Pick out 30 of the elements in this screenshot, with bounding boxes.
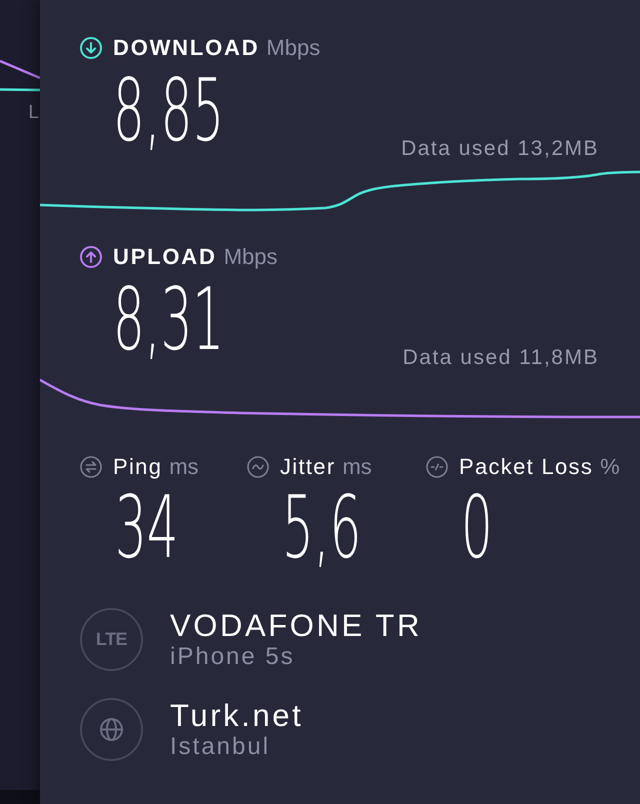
metric-value: 5,6 xyxy=(282,485,362,571)
metric-label: Jitter xyxy=(280,455,336,479)
jitter-icon xyxy=(247,456,269,478)
ping-icon xyxy=(80,456,102,478)
globe-icon xyxy=(80,698,143,761)
graph-line xyxy=(0,88,40,92)
result-title: DOWNLOAD xyxy=(113,36,260,60)
graph-line xyxy=(0,60,40,80)
unit-label: ms xyxy=(342,455,372,479)
connection-detail: iPhone 5s xyxy=(170,642,296,670)
packet-loss-icon xyxy=(426,456,448,478)
unit-label: ms xyxy=(169,455,199,479)
data-used-label: Data used 11,8MB xyxy=(402,347,599,369)
metric-value: 34 xyxy=(115,485,178,571)
metric-label: Ping xyxy=(113,455,162,479)
partial-label: L xyxy=(28,102,39,124)
connection-name: VODAFONE TR xyxy=(170,608,422,642)
bottom-bar xyxy=(0,790,40,804)
connection-name: Turk.net xyxy=(170,698,304,732)
metric-value: 0 xyxy=(461,485,493,571)
result-title: UPLOAD xyxy=(113,245,217,269)
data-used-label: Data used 13,2MB xyxy=(401,138,599,160)
network-type-badge: LTE xyxy=(80,608,143,671)
unit-label: Mbps xyxy=(224,245,278,269)
connection-detail: Istanbul xyxy=(170,732,272,760)
speed-value: 8,85 xyxy=(113,68,224,154)
unit-label: Mbps xyxy=(266,36,320,60)
metric-label: Packet Loss xyxy=(459,455,594,479)
unit-label: % xyxy=(600,455,620,479)
speed-value: 8,31 xyxy=(113,277,224,363)
